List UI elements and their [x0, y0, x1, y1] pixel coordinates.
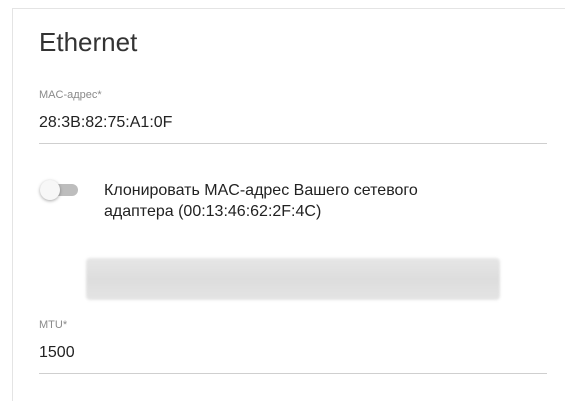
clone-mac-toggle[interactable]	[40, 180, 80, 200]
mtu-label: MTU*	[39, 319, 68, 331]
mtu-underline	[39, 373, 547, 374]
mac-address-label: MAC-адрес*	[39, 89, 102, 101]
blurred-action-button[interactable]	[86, 258, 500, 300]
panel-top-border	[12, 8, 565, 9]
mac-address-field[interactable]: MAC-адрес* 28:3B:82:75:A1:0F	[39, 88, 547, 144]
ethernet-settings-panel: Ethernet MAC-адрес* 28:3B:82:75:A1:0F Кл…	[0, 0, 565, 401]
clone-mac-label-line1: Клонировать MAC-адрес Вашего сетевого	[104, 182, 418, 199]
mtu-input[interactable]: 1500	[39, 342, 547, 364]
clone-mac-label-line2: адаптера (00:13:46:62:2F:4C)	[104, 203, 322, 220]
mac-address-input[interactable]: 28:3B:82:75:A1:0F	[39, 112, 547, 134]
toggle-knob	[40, 180, 60, 200]
panel-left-border	[12, 8, 13, 401]
section-title: Ethernet	[39, 27, 138, 57]
mtu-field[interactable]: MTU* 1500	[39, 318, 547, 374]
mac-address-underline	[39, 143, 547, 144]
clone-mac-label: Клонировать MAC-адрес Вашего сетевого ад…	[104, 180, 524, 222]
